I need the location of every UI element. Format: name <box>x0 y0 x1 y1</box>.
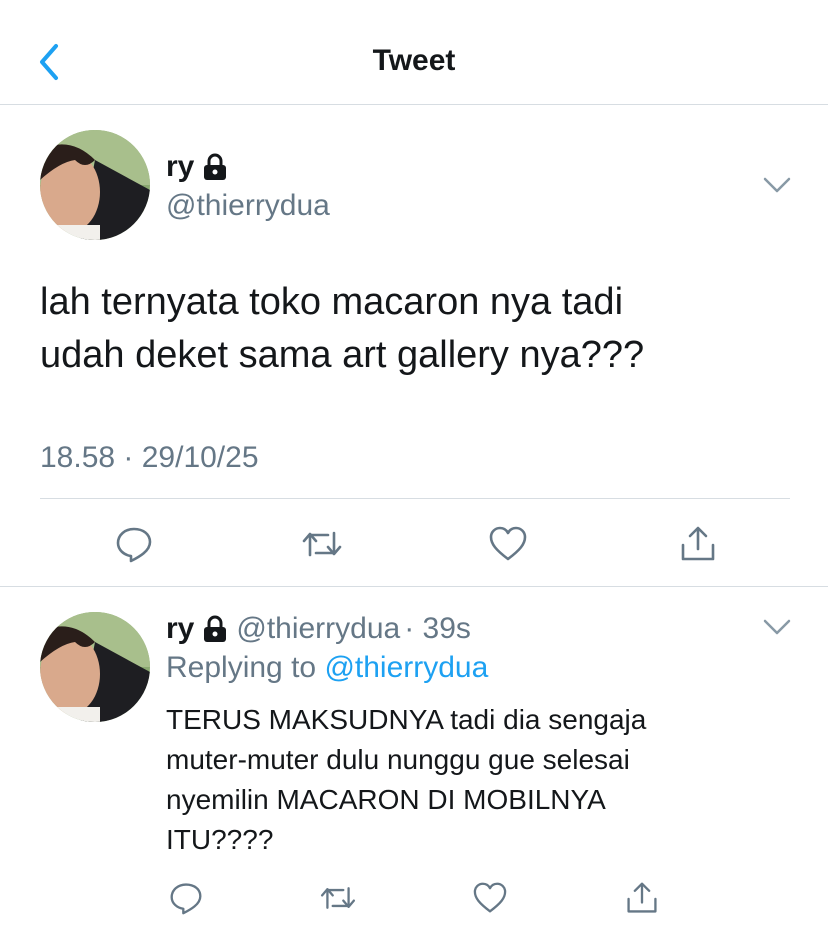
share-icon <box>627 882 657 913</box>
lock-icon <box>204 615 227 642</box>
share-icon <box>681 526 715 561</box>
avatar[interactable] <box>40 130 150 240</box>
timestamp-divider <box>40 498 790 499</box>
reply-text-line: nyemilin MACARON DI MOBILNYA <box>166 784 606 815</box>
replying-to-handle[interactable]: @thierrydua <box>324 651 488 684</box>
author-name[interactable]: ry <box>166 150 194 184</box>
reply-retweet-button[interactable] <box>316 878 360 918</box>
like-icon <box>489 526 527 561</box>
lock-icon <box>204 153 227 180</box>
reply-text: TERUS MAKSUDNYA tadi dia sengaja muter-m… <box>166 700 806 860</box>
page-title: Tweet <box>372 44 456 77</box>
author-handle[interactable]: @thierrydua <box>166 189 330 223</box>
retweet-button[interactable] <box>298 522 346 566</box>
reply-author-name[interactable]: ry <box>166 612 194 646</box>
tweet-text-line: udah deket sama art gallery nya??? <box>40 334 645 376</box>
header-divider <box>0 104 828 105</box>
reply-share-button[interactable] <box>622 878 662 918</box>
actions-divider <box>0 586 828 587</box>
tweet-text: lah ternyata toko macaron nya tadi udah … <box>40 276 800 382</box>
chevron-down-icon <box>763 177 791 193</box>
share-button[interactable] <box>676 522 720 566</box>
like-button[interactable] <box>486 522 530 566</box>
replying-to-label: Replying to <box>166 651 317 684</box>
tweet-options-button[interactable] <box>758 168 796 202</box>
reply-text-line: ITU???? <box>166 824 274 855</box>
reply-author-handle[interactable]: @thierrydua <box>236 612 400 646</box>
tweet-text-line: lah ternyata toko macaron nya tadi <box>40 281 624 323</box>
tweet-timestamp[interactable]: 18.58 · 29/10/25 <box>40 441 259 475</box>
chevron-down-icon <box>763 619 791 635</box>
reply-icon <box>116 527 152 563</box>
retweet-icon <box>302 531 342 557</box>
reply-icon <box>170 883 202 915</box>
reply-like-button[interactable] <box>470 878 510 918</box>
reply-options-button[interactable] <box>758 610 796 644</box>
retweet-icon <box>320 887 356 909</box>
reply-reply-button[interactable] <box>166 878 206 918</box>
reply-text-line: muter-muter dulu nunggu gue selesai <box>166 744 630 775</box>
reply-time: · 39s <box>404 612 471 645</box>
like-icon <box>473 882 507 913</box>
reply-text-line: TERUS MAKSUDNYA tadi dia sengaja <box>166 704 647 735</box>
reply-avatar[interactable] <box>40 612 150 722</box>
reply-button[interactable] <box>112 522 156 566</box>
